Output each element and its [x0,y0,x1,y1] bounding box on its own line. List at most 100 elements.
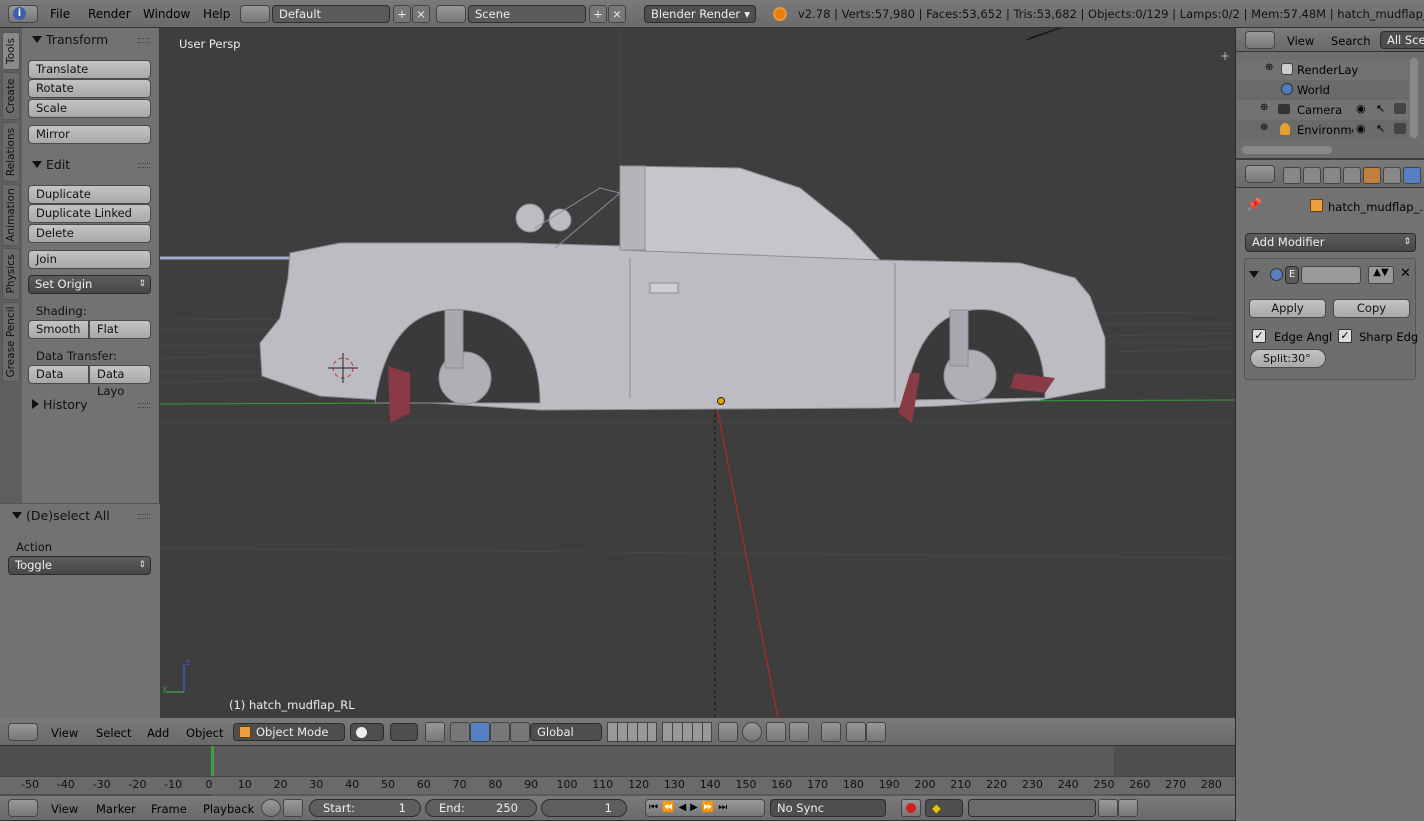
mirror-button[interactable]: Mirror [28,125,151,144]
edge-angle-checkbox[interactable]: ✓ [1252,329,1266,343]
outliner-row[interactable]: World [1238,80,1408,100]
outliner-search-menu[interactable]: Search [1331,34,1371,48]
delete-keyframe-icon[interactable] [1118,799,1138,817]
timeline-frame-menu[interactable]: Frame [151,802,187,816]
scene-field[interactable]: Scene [468,5,586,23]
view-menu[interactable]: View [51,726,78,740]
layout-selector-icon[interactable] [240,5,270,23]
smooth-button[interactable]: Smooth [28,320,89,339]
translate-manipulator-icon[interactable] [450,722,470,742]
tab-create[interactable]: Create [2,72,20,120]
opengl-render-icon[interactable] [846,722,866,742]
data-button[interactable]: Data [28,365,89,384]
start-frame-field[interactable]: Start: 1 [309,799,421,817]
viewport-expand-icon[interactable]: + [1220,49,1230,63]
outliner-row[interactable]: ⊕ RenderLay [1238,60,1408,80]
mode-select[interactable]: Object Mode [233,723,345,741]
sharp-edges-checkbox[interactable]: ✓ [1338,329,1352,343]
current-frame-marker[interactable] [211,746,214,776]
scene-add-button[interactable]: + [589,5,607,23]
translate-button[interactable]: Translate [28,60,151,79]
rotate-manipulator-icon[interactable] [470,722,490,742]
end-frame-field[interactable]: End: 250 [425,799,537,817]
drag-grip-icon[interactable] [138,163,150,168]
scale-manipulator-icon-2[interactable] [510,722,530,742]
modifier-collapse-icon[interactable] [1249,268,1263,282]
outliner-editor-icon[interactable] [1245,31,1275,49]
render-camera-icon[interactable] [1394,123,1406,134]
join-button[interactable]: Join [28,250,151,269]
timeline-ruler[interactable] [0,776,1235,794]
render-engine-select[interactable]: Blender Render ▾ [644,5,756,23]
modifier-name-field[interactable]: E [1285,266,1299,284]
expand-icon[interactable]: ⊕ [1265,62,1273,73]
copy-button[interactable]: Copy [1333,299,1410,318]
lock-camera-icon[interactable] [718,722,738,742]
pin-icon[interactable]: 📌 [1246,198,1262,213]
render-layers-tab-icon[interactable] [1303,167,1321,184]
layout-field[interactable]: Default [272,5,390,23]
current-frame-field[interactable]: 1 [541,799,627,817]
outliner-row[interactable]: ⊕ Camera ◉ ↖ [1238,100,1408,120]
render-preview-icon[interactable] [742,722,762,742]
keying-set-select[interactable]: ◆ [925,799,963,817]
pivot-select[interactable] [390,723,418,741]
timeline-marker-menu[interactable]: Marker [96,802,136,816]
menu-help[interactable]: Help [203,7,230,21]
timeline-editor-icon[interactable] [8,799,38,817]
snap-icon[interactable] [789,722,809,742]
menu-window[interactable]: Window [143,7,190,21]
object-tab-icon[interactable] [1363,167,1381,184]
drag-grip-icon[interactable] [138,38,150,43]
expand-icon[interactable]: ⊕ [1260,122,1268,133]
outliner-hscrollbar[interactable] [1242,146,1332,154]
layers-grid-2[interactable] [662,722,712,742]
timeline-playback-menu[interactable]: Playback [203,802,254,816]
constraints-tab-icon[interactable] [1383,167,1401,184]
playback-controls[interactable]: ⏮⏪◀▶⏩⏭ [645,799,765,817]
transform-panel-header[interactable]: Transform [32,32,108,47]
add-menu[interactable]: Add [147,726,169,740]
viewport-shading-select[interactable] [350,723,384,741]
cursor-select-icon[interactable]: ↖ [1376,122,1385,135]
action-select[interactable]: Toggle ⇕ [8,556,151,575]
scene-selector-icon[interactable] [436,5,466,23]
move-up-down-icon[interactable]: ▲▼ [1368,266,1394,284]
duplicate-linked-button[interactable]: Duplicate Linked [28,204,151,223]
outliner-vscrollbar[interactable] [1410,58,1418,138]
tab-grease-pencil[interactable]: Grease Pencil [2,302,20,382]
3d-viewport[interactable]: z y [160,28,1235,718]
scale-button[interactable]: Scale [28,99,151,118]
insert-keyframe-icon[interactable] [1098,799,1118,817]
active-keying-set-field[interactable] [968,799,1096,817]
record-icon[interactable] [901,799,921,817]
object-menu[interactable]: Object [186,726,223,740]
3d-view-editor-icon[interactable] [8,723,38,741]
scene-remove-button[interactable]: × [608,5,626,23]
rotate-button[interactable]: Rotate [28,79,151,98]
tab-relations[interactable]: Relations [2,122,20,182]
menu-render[interactable]: Render [88,7,131,21]
tab-animation[interactable]: Animation [2,184,20,246]
delete-button[interactable]: Delete [28,224,151,243]
layers-grid-1[interactable] [607,722,657,742]
eye-icon[interactable]: ◉ [1356,122,1366,135]
eye-icon[interactable]: ◉ [1356,102,1366,115]
remove-modifier-button[interactable]: ✕ [1400,266,1411,281]
timeline-view-menu[interactable]: View [51,802,78,816]
scene-tab-icon[interactable] [1323,167,1341,184]
area-divider[interactable] [1235,28,1236,821]
split-angle-field[interactable]: Split:30° [1250,349,1326,368]
select-menu[interactable]: Select [96,726,131,740]
layout-remove-button[interactable]: × [412,5,430,23]
modifier-visibility-icons[interactable] [1301,266,1361,284]
outliner-display-select[interactable]: All Sce [1380,31,1424,49]
history-panel-header[interactable]: History [32,397,87,412]
drag-grip-icon[interactable] [138,514,150,519]
add-modifier-select[interactable]: Add Modifier ⇕ [1245,233,1416,252]
edit-panel-header[interactable]: Edit [32,157,70,172]
data-layout-button[interactable]: Data Layo [89,365,151,398]
tab-physics[interactable]: Physics [2,248,20,300]
menu-file[interactable]: File [50,7,70,21]
world-tab-icon[interactable] [1343,167,1361,184]
